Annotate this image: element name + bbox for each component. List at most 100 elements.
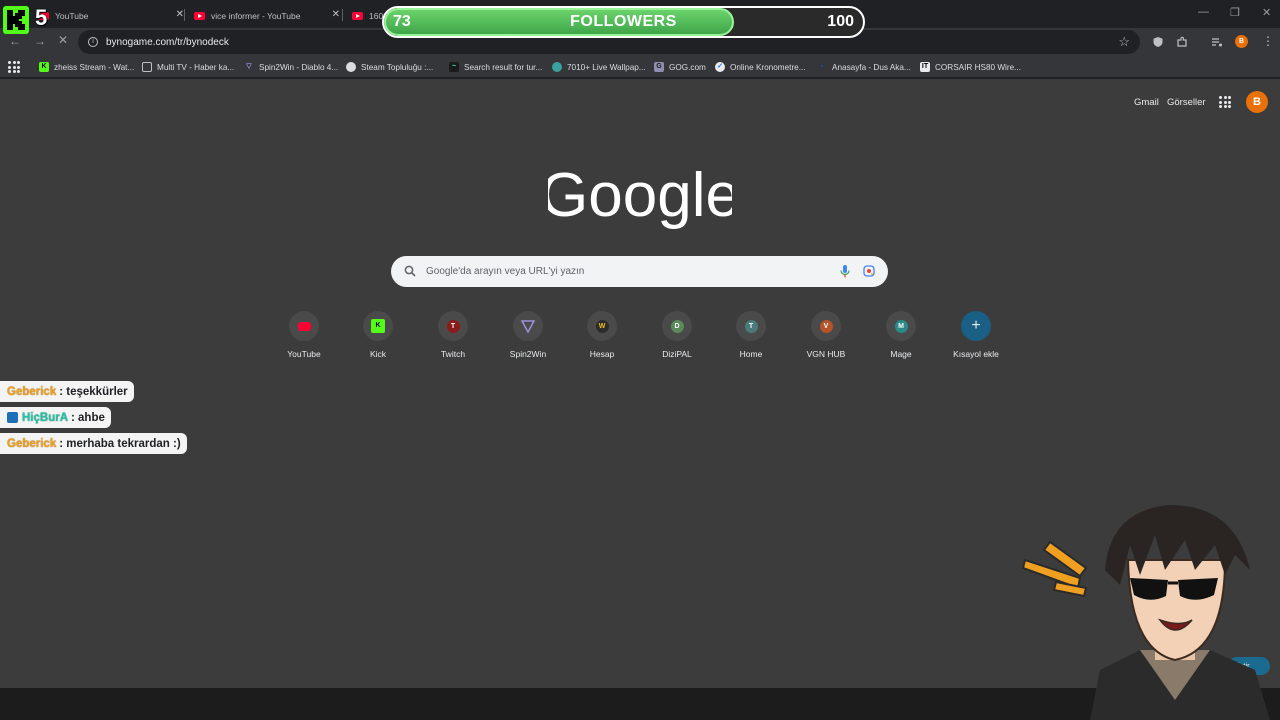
url-text[interactable]: bynogame.com/tr/bynodeck xyxy=(106,37,229,48)
shortcut-tile: + xyxy=(961,311,991,341)
chat-message: HiçBurA : ahbe xyxy=(0,407,111,428)
google-apps-icon[interactable] xyxy=(1219,96,1231,108)
google-logo: Google xyxy=(548,161,732,230)
forward-icon[interactable]: → xyxy=(34,34,46,48)
bookmark-star-icon[interactable]: ☆ xyxy=(1118,34,1130,50)
dizipal-icon: D xyxy=(670,319,684,333)
youtube-icon xyxy=(297,321,311,331)
minimize-icon[interactable]: — xyxy=(1198,6,1209,18)
chat-username: HiçBurA xyxy=(22,411,69,424)
shortcut-label: DiziPAL xyxy=(662,349,692,359)
site-info-icon[interactable]: i xyxy=(88,37,98,47)
shortcut-hesap[interactable]: W Hesap xyxy=(567,311,637,369)
gmail-link[interactable]: Gmail xyxy=(1134,97,1159,108)
bookmarks-bar: K zheiss Stream - Wat... Multi TV - Habe… xyxy=(0,56,1280,78)
bookmark-item[interactable]: Steam Topluluğu :... xyxy=(346,60,433,74)
chat-text: : teşekkürler xyxy=(59,385,128,398)
shortcut-label: Spin2Win xyxy=(509,349,547,359)
maximize-icon[interactable]: ❐ xyxy=(1230,6,1240,19)
kick-follower-count: 5 xyxy=(35,5,48,30)
profile-avatar[interactable]: B xyxy=(1235,35,1248,48)
search-placeholder[interactable]: Google'da arayın veya URL'yi yazın xyxy=(426,266,584,277)
close-icon[interactable]: ✕ xyxy=(332,9,340,20)
youtube-icon xyxy=(194,12,205,20)
bookmark-item[interactable]: 7010+ Live Wallpap... xyxy=(552,60,646,74)
spin2win-icon xyxy=(521,319,535,333)
twitch-icon: T xyxy=(446,319,460,333)
tv-icon xyxy=(142,62,152,72)
close-window-icon[interactable]: ✕ xyxy=(1262,6,1271,19)
shortcut-label: VGN HUB xyxy=(806,349,846,359)
shortcut-tile: T xyxy=(736,311,766,341)
vgn-hub-icon: V xyxy=(819,319,833,333)
apps-grid-icon[interactable] xyxy=(8,61,20,73)
tab-vice-informer[interactable]: vice informer - YouTube ✕ xyxy=(186,4,348,28)
home-icon: T xyxy=(744,319,758,333)
screen: { "browser": { "tabs": [ {"title": "YouT… xyxy=(0,0,1280,720)
close-icon[interactable]: ✕ xyxy=(176,9,184,20)
chat-username: Geberick xyxy=(7,437,57,450)
shortcut-tile: D xyxy=(662,311,692,341)
bookmark-item[interactable]: ▪ Anasayfa - Dus Aka... xyxy=(817,60,911,74)
shortcut-label: Kick xyxy=(369,349,387,359)
bookmark-item[interactable]: ~ Search result for tur... xyxy=(449,60,542,74)
tab-title: YouTube xyxy=(55,11,89,21)
mic-icon[interactable] xyxy=(840,265,850,278)
add-shortcut-button[interactable]: + Kısayol ekle xyxy=(941,311,1011,369)
bookmark-item[interactable]: Multi TV - Haber ka... xyxy=(142,60,234,74)
shortcut-label: Kısayol ekle xyxy=(953,349,999,359)
shield-icon[interactable] xyxy=(1152,36,1164,48)
stop-icon[interactable]: ✕ xyxy=(58,33,68,47)
streamer-avatar-illustration xyxy=(1021,505,1270,720)
corsair-icon: IT xyxy=(920,62,930,72)
tab-youtube[interactable]: YouTube ✕ xyxy=(30,4,192,28)
images-link[interactable]: Görseller xyxy=(1167,97,1206,108)
shortcut-twitch[interactable]: T Twitch xyxy=(418,311,488,369)
shortcut-label: Mage xyxy=(890,349,912,359)
follower-label: FOLLOWERS xyxy=(570,13,677,30)
bookmark-item[interactable]: ✓ Online Kronometre... xyxy=(715,60,806,74)
shortcut-youtube[interactable]: YouTube xyxy=(269,311,339,369)
shortcut-vgn-hub[interactable]: V VGN HUB xyxy=(791,311,861,369)
shortcut-label: Home xyxy=(739,349,763,359)
shortcut-tile: W xyxy=(587,311,617,341)
shortcut-tile xyxy=(289,311,319,341)
search-box[interactable]: Google'da arayın veya URL'yi yazın xyxy=(391,256,888,287)
chat-message: Geberick : teşekkürler xyxy=(0,381,134,402)
shortcut-tile: M xyxy=(886,311,916,341)
search-icon xyxy=(404,265,416,277)
back-icon[interactable]: ← xyxy=(9,34,21,48)
shortcut-label: Hesap xyxy=(589,349,615,359)
bookmark-item[interactable]: K zheiss Stream - Wat... xyxy=(39,60,134,74)
bookmark-item[interactable]: G GOG.com xyxy=(654,60,706,74)
bookmark-label: zheiss Stream - Wat... xyxy=(54,62,135,72)
bookmark-item[interactable]: ▽ Spin2Win - Diablo 4... xyxy=(244,60,338,74)
extensions-icon[interactable] xyxy=(1176,36,1188,48)
shortcut-dizipal[interactable]: D DiziPAL xyxy=(642,311,712,369)
shortcut-tile: K xyxy=(363,311,393,341)
kick-icon: K xyxy=(371,319,385,333)
globe-icon xyxy=(552,62,562,72)
bookmark-label: Search result for tur... xyxy=(464,62,543,72)
plus-icon: + xyxy=(971,317,981,334)
bookmark-label: Steam Topluluğu :... xyxy=(361,62,434,72)
shortcut-kick[interactable]: K Kick xyxy=(343,311,413,369)
mage-icon: M xyxy=(894,319,908,333)
media-control-icon[interactable] xyxy=(1211,36,1223,48)
bookmark-item[interactable]: IT CORSAIR HS80 Wire... xyxy=(920,60,1021,74)
check-icon: ✓ xyxy=(715,62,725,72)
chat-text: : ahbe xyxy=(71,411,105,424)
bookmark-label: GOG.com xyxy=(669,62,706,72)
menu-icon[interactable]: ⋮ xyxy=(1262,34,1274,48)
youtube-icon xyxy=(352,12,363,20)
tab-divider xyxy=(184,9,185,21)
lens-icon[interactable] xyxy=(863,265,875,277)
shortcut-home[interactable]: T Home xyxy=(716,311,786,369)
shortcut-tile: V xyxy=(811,311,841,341)
bookmark-label: Online Kronometre... xyxy=(730,62,806,72)
dus-icon: ▪ xyxy=(820,63,824,70)
shortcut-mage[interactable]: M Mage xyxy=(866,311,936,369)
shortcut-label: Twitch xyxy=(440,349,466,359)
shortcut-spin2win[interactable]: Spin2Win xyxy=(493,311,563,369)
account-avatar[interactable]: B xyxy=(1246,91,1268,113)
